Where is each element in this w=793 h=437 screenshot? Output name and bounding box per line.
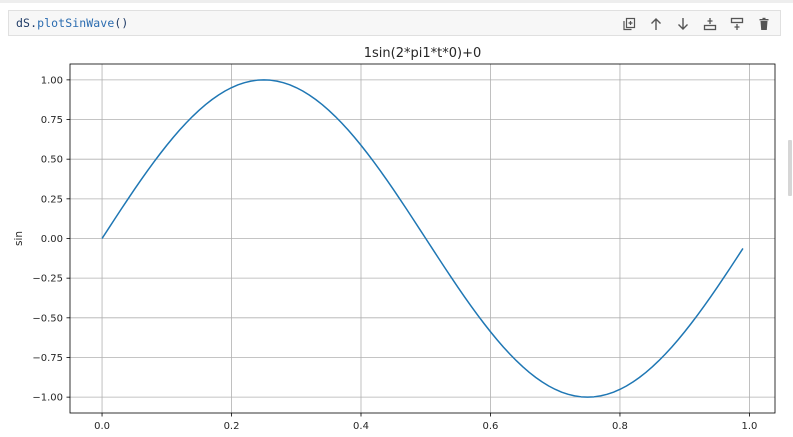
- code-object: dS: [16, 16, 31, 30]
- sine-plot: 0.0 0.2 0.4 0.6 0.8 1.0 1.00 0.75 0.50 0.25 0.00 −0…: [13, 46, 776, 432]
- code-method: plotSinWave: [37, 16, 115, 30]
- y-tick-label: 0.00: [41, 234, 63, 245]
- insert-cell-above-icon: [703, 18, 717, 31]
- delete-cell-button[interactable]: [754, 15, 774, 33]
- duplicate-cell-button[interactable]: [619, 15, 639, 33]
- y-tick-label: −1.00: [32, 393, 63, 404]
- code-cell[interactable]: dS.plotSinWave(): [8, 10, 781, 36]
- y-tick-label: 1.00: [41, 75, 63, 86]
- x-tick-label: 0.8: [612, 421, 628, 432]
- x-tick-label: 0.6: [483, 421, 499, 432]
- y-tick-label: −0.50: [32, 313, 63, 324]
- cell-toolbar: [619, 15, 774, 33]
- x-tick-label: 1.0: [741, 421, 757, 432]
- insert-cell-below-icon: [730, 17, 744, 30]
- code-parens: (): [114, 16, 129, 30]
- chart-title: 1sin(2*pi1*t*0)+0: [364, 46, 481, 61]
- y-axis-label: sin: [13, 231, 25, 246]
- x-tick-label: 0.4: [353, 421, 369, 432]
- move-down-button[interactable]: [673, 15, 693, 33]
- move-up-icon: [651, 18, 661, 30]
- y-tick-label: −0.25: [32, 274, 63, 285]
- y-tick-label: 0.25: [41, 194, 63, 205]
- delete-cell-icon: [759, 17, 769, 30]
- cell-output: 0.0 0.2 0.4 0.6 0.8 1.0 1.00 0.75 0.50 0.25 0.00 −0…: [0, 40, 793, 437]
- insert-below-button[interactable]: [727, 15, 747, 33]
- move-up-button[interactable]: [646, 15, 666, 33]
- x-tick-label: 0.0: [94, 421, 110, 432]
- y-tick-label: 0.75: [41, 115, 63, 126]
- code-input[interactable]: dS.plotSinWave(): [16, 16, 128, 30]
- insert-above-button[interactable]: [700, 15, 720, 33]
- move-down-icon: [678, 18, 688, 30]
- y-tick-label: 0.50: [41, 155, 63, 166]
- duplicate-cell-icon: [623, 17, 636, 31]
- axis-ticks: 0.0 0.2 0.4 0.6 0.8 1.0 1.00 0.75 0.50 0.25 0.00 −0…: [32, 75, 757, 432]
- grid-lines: [70, 64, 775, 413]
- top-divider: [0, 0, 793, 3]
- x-tick-label: 0.2: [224, 421, 240, 432]
- y-tick-label: −0.75: [32, 353, 63, 364]
